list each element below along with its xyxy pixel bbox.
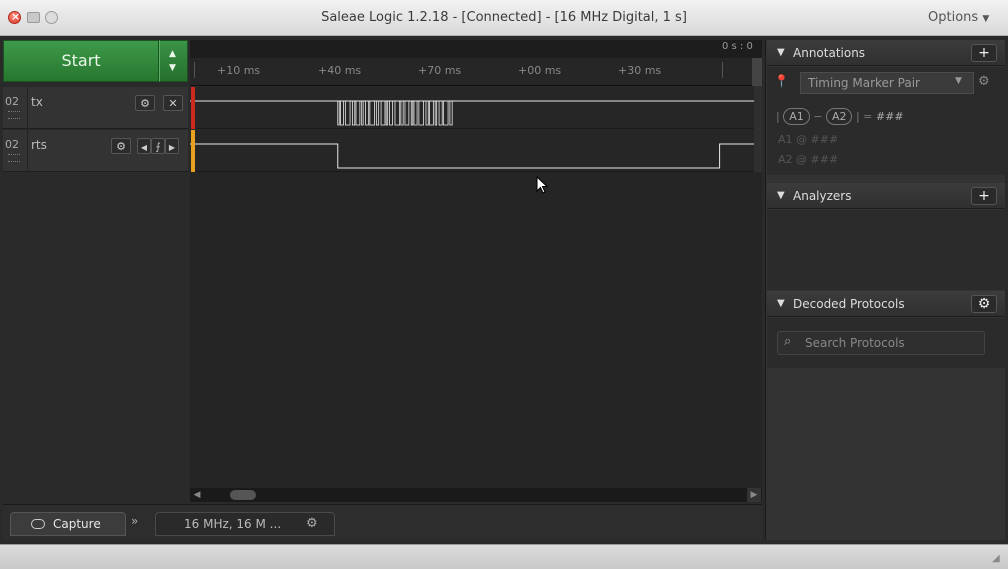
analyzers-body bbox=[767, 210, 1005, 290]
timing-marker-select[interactable]: Timing Marker Pair bbox=[800, 72, 974, 94]
trigger-marker-tx[interactable] bbox=[191, 87, 195, 129]
channel-panel-footer bbox=[3, 488, 190, 502]
lane-scrollbar[interactable] bbox=[754, 86, 762, 172]
time-readout: 0 s : 0 bbox=[722, 41, 753, 52]
horizontal-scrollbar[interactable] bbox=[190, 488, 762, 502]
trigger-high-button[interactable]: ▶ bbox=[165, 138, 179, 154]
trigger-low-button[interactable]: ◀ bbox=[137, 138, 151, 154]
close-icon: × bbox=[11, 10, 21, 23]
minimize-window-button[interactable] bbox=[27, 12, 40, 23]
chevron-down-icon[interactable]: ▼ bbox=[955, 76, 962, 86]
trigger-marker-rts[interactable] bbox=[191, 130, 195, 172]
gear-icon[interactable]: ⚙ bbox=[978, 74, 990, 89]
marker-a2-button[interactable]: A2 bbox=[825, 108, 853, 125]
gear-icon: ⚙ bbox=[977, 296, 991, 312]
ruler-tick-label: +30 ms bbox=[618, 64, 662, 77]
decoded-settings-button[interactable]: ⚙ bbox=[971, 295, 997, 313]
search-icon: ⌕ bbox=[784, 334, 792, 349]
double-chevron-icon[interactable]: » bbox=[131, 514, 138, 528]
chevron-right-icon: ▶ bbox=[168, 143, 176, 152]
edge-icon: ⨍ bbox=[155, 142, 161, 153]
ruler-tick-label: +70 ms bbox=[418, 64, 462, 77]
chevron-left-icon: ◀ bbox=[140, 143, 148, 152]
waveform-empty-area[interactable] bbox=[190, 172, 762, 488]
scroll-right-icon[interactable]: ▶ bbox=[747, 488, 761, 502]
channel-name[interactable]: tx bbox=[31, 95, 43, 109]
chevron-down-icon: ▼ bbox=[982, 14, 990, 24]
scroll-left-icon[interactable]: ◀ bbox=[190, 488, 204, 502]
marker-value: ### bbox=[810, 133, 839, 146]
decoded-protocols-header[interactable]: ▼ Decoded Protocols ⚙ bbox=[767, 291, 1005, 317]
search-protocols-input[interactable] bbox=[803, 331, 983, 355]
gear-icon: ⚙ bbox=[140, 97, 150, 110]
drag-handle-icon[interactable] bbox=[8, 111, 20, 119]
ruler-scroll-handle[interactable] bbox=[752, 58, 762, 86]
divider bbox=[27, 130, 28, 172]
marker-diff-row: | A1 − A2 | = ### bbox=[776, 108, 904, 125]
ruler-tick-label: +40 ms bbox=[318, 64, 362, 77]
waveform-lane-rts[interactable] bbox=[190, 130, 754, 172]
plus-icon: + bbox=[978, 188, 990, 204]
marker-label: A2 bbox=[778, 153, 793, 166]
collapse-icon[interactable]: ▼ bbox=[777, 183, 785, 209]
channel-number: 02 bbox=[5, 95, 19, 108]
tab-label: Capture bbox=[53, 517, 101, 531]
tab-device-settings[interactable]: 16 MHz, 16 M ... ⚙ bbox=[155, 512, 335, 536]
resize-grip-icon[interactable]: ◢ bbox=[992, 553, 1004, 565]
window-title: Saleae Logic 1.2.18 - [Connected] - [16 … bbox=[321, 10, 687, 25]
close-window-button[interactable]: × bbox=[8, 10, 21, 24]
marker-a1-button[interactable]: A1 bbox=[783, 108, 810, 125]
marker-value: ### bbox=[810, 153, 839, 166]
gear-icon: ⚙ bbox=[116, 140, 126, 153]
chevron-up-icon: ▲ bbox=[169, 49, 176, 59]
gear-icon[interactable]: ⚙ bbox=[306, 513, 318, 535]
options-menu[interactable]: Options ▼ bbox=[928, 0, 989, 36]
trigger-edge-button[interactable]: ⨍ bbox=[151, 138, 165, 154]
panel-title: Analyzers bbox=[793, 189, 852, 203]
annotations-header[interactable]: ▼ Annotations + bbox=[767, 40, 1005, 66]
tab-capture[interactable]: Capture bbox=[10, 512, 126, 536]
ruler-tick bbox=[722, 62, 723, 78]
start-button[interactable]: Start bbox=[3, 40, 159, 82]
status-bar bbox=[0, 544, 1008, 569]
mouse-cursor-icon bbox=[536, 176, 548, 194]
drag-handle-icon[interactable] bbox=[8, 154, 20, 162]
maximize-window-button[interactable] bbox=[45, 11, 58, 24]
divider bbox=[27, 87, 28, 129]
waveform-lane-tx[interactable] bbox=[190, 87, 754, 129]
rts-waveform bbox=[190, 143, 754, 169]
ruler-tick-label: +10 ms bbox=[217, 64, 261, 77]
tab-label: 16 MHz, 16 M ... bbox=[184, 517, 282, 531]
channel-trigger-button[interactable]: ✕ bbox=[163, 95, 183, 111]
marker-a2-row: A2 @ ### bbox=[778, 153, 839, 166]
channel-number: 02 bbox=[5, 138, 19, 151]
panel-title: Decoded Protocols bbox=[793, 297, 905, 311]
pin-icon: 📍 bbox=[774, 74, 789, 88]
analyzers-header[interactable]: ▼ Analyzers + bbox=[767, 183, 1005, 209]
marker-diff-value: ### bbox=[875, 110, 904, 123]
channel-row-tx[interactable]: 02 tx ⚙ ✕ bbox=[3, 87, 188, 129]
collapse-icon[interactable]: ▼ bbox=[777, 291, 785, 317]
marker-label: A1 bbox=[778, 133, 793, 146]
tx-waveform bbox=[190, 100, 754, 126]
scrollbar-thumb[interactable] bbox=[230, 490, 256, 500]
ruler-tick-label: +00 ms bbox=[518, 64, 562, 77]
add-annotation-button[interactable]: + bbox=[971, 44, 997, 62]
add-analyzer-button[interactable]: + bbox=[971, 187, 997, 205]
capture-icon bbox=[31, 519, 45, 529]
chevron-down-icon: ▼ bbox=[169, 63, 176, 73]
options-label: Options bbox=[928, 10, 979, 25]
channel-row-rts[interactable]: 02 rts ⚙ ◀ ⨍ ▶ bbox=[3, 130, 188, 172]
marker-a1-row: A1 @ ### bbox=[778, 133, 839, 146]
channel-name[interactable]: rts bbox=[31, 138, 47, 152]
panel-title: Annotations bbox=[793, 46, 866, 60]
ruler-header bbox=[190, 40, 762, 58]
plus-icon: + bbox=[978, 45, 990, 61]
channel-settings-button[interactable]: ⚙ bbox=[111, 138, 131, 154]
ruler-tick bbox=[194, 62, 195, 78]
capture-options-button[interactable]: ▲ ▼ bbox=[159, 40, 188, 82]
close-icon: ✕ bbox=[168, 97, 178, 110]
channel-settings-button[interactable]: ⚙ bbox=[135, 95, 155, 111]
collapse-icon[interactable]: ▼ bbox=[777, 40, 785, 66]
